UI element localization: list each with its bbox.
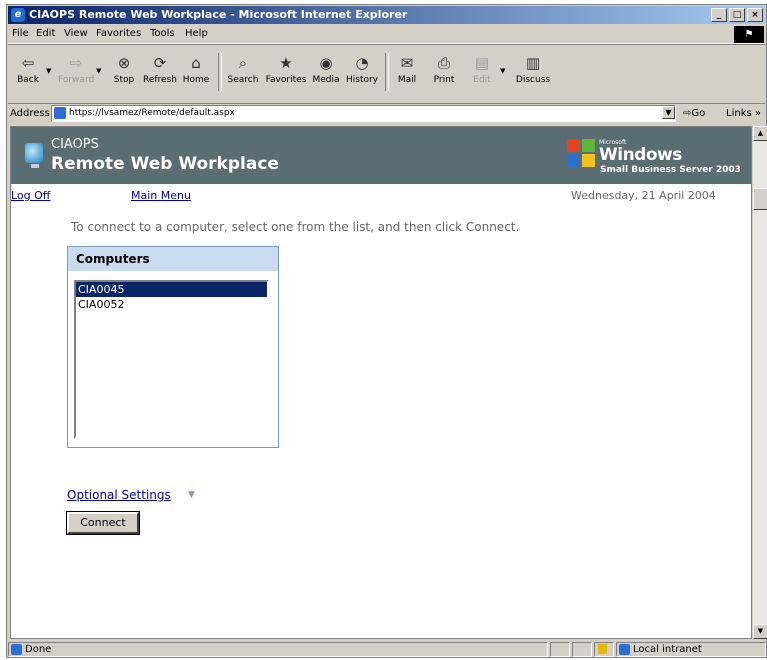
list-item[interactable]: CIA0052 (76, 297, 267, 312)
toolbar: ⇦ Back ▼ ⇨ Forward ▼ ⊗ Stop ⟳ Refresh ⌂ Home … (8, 45, 765, 104)
menu-edit[interactable]: Edit (36, 28, 55, 39)
windows-wordmark: Windows (599, 145, 682, 165)
address-dropdown-icon[interactable]: ▼ (662, 106, 675, 119)
status-bar: Done Local intranet (8, 641, 766, 658)
address-label: Address (10, 108, 50, 119)
home-icon: ⌂ (191, 54, 201, 72)
page-viewport: CIAOPS Remote Web Workplace Microsoft Wi… (10, 126, 752, 639)
go-button[interactable]: ⇨Go (683, 108, 705, 119)
stop-icon: ⊗ (117, 54, 131, 72)
windows-flag-icon (567, 139, 597, 169)
current-date: Wednesday, 21 April 2004 (571, 189, 716, 202)
page-title: Remote Web Workplace (51, 154, 279, 174)
scroll-up-icon[interactable]: ▲ (753, 126, 767, 141)
close-button[interactable]: × (747, 8, 763, 22)
search-button[interactable]: ⌕ Search (224, 53, 262, 85)
zone-segment: Local intranet (616, 642, 766, 657)
history-button[interactable]: ◔ History (344, 53, 380, 85)
address-url: https://lvsamez/Remote/default.aspx (69, 108, 235, 118)
menu-file[interactable]: File (12, 28, 29, 39)
menu-tools[interactable]: Tools (150, 28, 175, 39)
media-icon: ◉ (319, 54, 333, 72)
menu-favorites[interactable]: Favorites (96, 28, 141, 39)
optional-settings-link[interactable]: Optional Settings (67, 488, 171, 502)
mail-button[interactable]: ✉ Mail (391, 53, 423, 85)
list-item[interactable]: CIA0045 (76, 282, 267, 297)
mail-icon: ✉ (400, 54, 414, 72)
lock-icon (598, 644, 607, 654)
address-bar: Address https://lvsamez/Remote/default.a… (8, 104, 765, 124)
minimize-button[interactable]: _ (711, 8, 727, 22)
favorites-icon: ★ (279, 54, 293, 72)
page-done-icon (11, 643, 22, 655)
chevron-down-icon[interactable]: ▼ (188, 490, 195, 500)
refresh-button[interactable]: ⟳ Refresh (142, 53, 178, 85)
instruction-text: To connect to a computer, select one fro… (71, 220, 520, 234)
ie-icon: e (11, 8, 25, 22)
back-dropdown-icon[interactable]: ▼ (46, 67, 51, 75)
monitor-icon (25, 143, 43, 168)
page-icon (54, 106, 66, 119)
forward-dropdown-icon[interactable]: ▼ (96, 67, 101, 75)
computers-panel: Computers CIA0045 CIA0052 (67, 246, 279, 448)
scroll-down-icon[interactable]: ▼ (753, 624, 767, 639)
menu-bar: File Edit View Favorites Tools Help (8, 25, 765, 44)
window-title: CIAOPS Remote Web Workplace - Microsoft … (29, 8, 408, 21)
refresh-icon: ⟳ (153, 54, 167, 72)
links-button[interactable]: Links » (726, 108, 761, 119)
address-input[interactable]: https://lvsamez/Remote/default.aspx (51, 105, 676, 122)
company-name: CIAOPS (51, 137, 99, 152)
discuss-icon: ▥ (525, 54, 541, 72)
log-off-link[interactable]: Log Off (11, 189, 50, 202)
menu-help[interactable]: Help (185, 28, 208, 39)
nav-row: Log Off Main Menu Wednesday, 21 April 20… (11, 186, 751, 204)
edit-button[interactable]: ▤ Edit (466, 53, 498, 85)
print-button[interactable]: ⎙ Print (428, 53, 460, 85)
maximize-button[interactable]: □ (729, 8, 745, 22)
edit-dropdown-icon[interactable]: ▼ (500, 67, 505, 75)
title-bar: e CIAOPS Remote Web Workplace - Microsof… (8, 6, 765, 24)
forward-button[interactable]: ⇨ Forward (58, 53, 94, 85)
computers-listbox[interactable]: CIA0045 CIA0052 (74, 280, 269, 439)
connect-button[interactable]: Connect (66, 511, 140, 535)
discuss-button[interactable]: ▥ Discuss (513, 53, 553, 85)
ie-window: e CIAOPS Remote Web Workplace - Microsof… (6, 4, 767, 658)
edit-icon: ▤ (474, 54, 490, 72)
media-button[interactable]: ◉ Media (310, 53, 342, 85)
print-icon: ⎙ (437, 54, 450, 72)
back-button[interactable]: ⇦ Back (12, 53, 44, 85)
computers-heading: Computers (68, 247, 278, 271)
search-icon: ⌕ (238, 54, 248, 72)
stop-button[interactable]: ⊗ Stop (108, 53, 140, 85)
menu-view[interactable]: View (64, 28, 88, 39)
scroll-thumb[interactable] (753, 188, 767, 210)
vertical-scrollbar[interactable]: ▲ ▼ (753, 126, 767, 639)
sbs-label: Small Business Server 2003 (600, 165, 741, 175)
favorites-button[interactable]: ★ Favorites (264, 53, 308, 85)
main-menu-link[interactable]: Main Menu (131, 189, 191, 202)
page-header: CIAOPS Remote Web Workplace Microsoft Wi… (11, 127, 751, 184)
home-button[interactable]: ⌂ Home (180, 53, 212, 85)
back-arrow-icon: ⇦ (21, 54, 35, 72)
forward-arrow-icon: ⇨ (69, 54, 83, 72)
intranet-icon (619, 643, 630, 655)
history-icon: ◔ (355, 54, 369, 72)
status-text-segment: Done (8, 642, 548, 657)
windows-logo-icon: ⚑ (734, 26, 764, 43)
